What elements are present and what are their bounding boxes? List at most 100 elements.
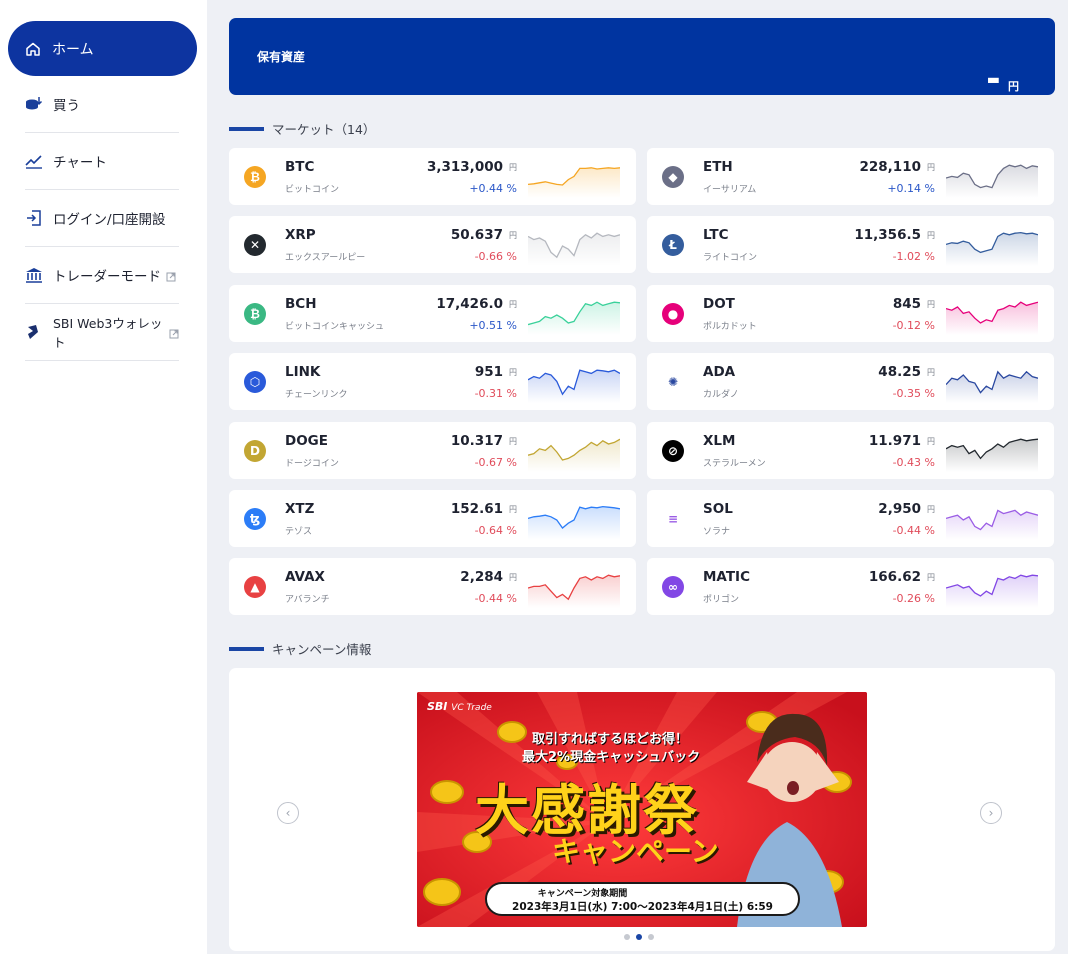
eth-coin-icon: ◆ — [662, 166, 684, 188]
coin-change: -0.44 % — [474, 592, 517, 606]
nav-item-trader-mode[interactable]: トレーダーモード — [25, 247, 179, 304]
sol-coin-icon: ≡ — [662, 508, 684, 530]
market-section-title: マーケット（14） — [229, 119, 375, 138]
coin-price: 951 — [474, 364, 503, 381]
price-unit: 円 — [509, 573, 517, 583]
coin-change: -0.26 % — [892, 592, 935, 606]
carousel-prev-button[interactable]: ‹ — [277, 802, 299, 824]
coin-price: 845 — [892, 295, 921, 312]
market-card-ltc[interactable]: Ł LTC ライトコイン 11,356.5 円 -1.02 % — [647, 216, 1054, 274]
coin-symbol: MATIC — [703, 569, 750, 586]
coin-change: -0.12 % — [892, 318, 935, 332]
coin-change: -0.67 % — [474, 455, 517, 469]
nav-item-chart[interactable]: チャート — [25, 133, 179, 190]
external-link-icon — [169, 327, 179, 339]
sparkline-chart — [528, 232, 620, 267]
coin-price: 10.317 — [450, 432, 503, 449]
nav-home-label: ホーム — [52, 41, 94, 58]
coin-name: テゾス — [285, 527, 313, 537]
coin-symbol: XTZ — [285, 501, 315, 517]
coin-change: -1.02 % — [892, 250, 935, 264]
market-card-matic[interactable]: ∞ MATIC ポリゴン 166.62 円 -0.26 % — [647, 558, 1054, 616]
market-card-avax[interactable]: ▲ AVAX アバランチ 2,284 円 -0.44 % — [229, 558, 636, 616]
coin-price: 17,426.0 — [436, 295, 503, 312]
xrp-coin-icon: ✕ — [244, 234, 266, 257]
market-card-xlm[interactable]: ⊘ XLM ステラルーメン 11.971 円 -0.43 % — [647, 421, 1054, 479]
campaign-banner[interactable]: SBI VC Trade 取引すればするほどお得！ 最大2%現金キャッシュバック… — [417, 692, 867, 927]
nav-item-login[interactable]: ログイン/口座開設 — [25, 190, 179, 247]
holdings-panel[interactable]: 保有資産 ▬ 円 — [229, 18, 1055, 95]
nav-chart-label: チャート — [53, 155, 107, 171]
coin-name: エックスアールピー — [285, 253, 366, 264]
nav-item-home[interactable]: ホーム — [8, 21, 197, 76]
coin-price: 2,950 — [878, 501, 921, 517]
nav-trader-mode-label: トレーダーモード — [53, 269, 161, 285]
coin-change: +0.51 % — [469, 318, 517, 332]
login-icon — [25, 209, 43, 227]
nav-item-web3-wallet[interactable]: SBI Web3ウォレット — [25, 304, 179, 361]
coin-name: ポリゴン — [703, 595, 740, 606]
nav-buy-label: 買う — [53, 98, 80, 114]
sparkline-area — [528, 370, 620, 404]
coin-symbol: LINK — [285, 364, 321, 381]
carousel-dot-active[interactable] — [636, 934, 642, 940]
doge-coin-icon: D — [244, 439, 266, 462]
carousel-next-button[interactable]: › — [980, 802, 1002, 824]
coin-symbol: LTC — [703, 227, 729, 244]
coin-name: ステラルーメン — [703, 458, 766, 469]
line-chart-icon — [25, 152, 43, 170]
banner-sub: キャンペーン — [552, 835, 719, 868]
holdings-value: ▬ — [986, 72, 1000, 88]
coins-buy-icon — [25, 95, 43, 113]
market-card-dot[interactable]: ● DOT ポルカドット 845 円 -0.12 % — [647, 284, 1054, 342]
sparkline-area — [528, 301, 620, 335]
market-card-bch[interactable]: ₿ BCH ビットコインキャッシュ 17,426.0 円 +0.51 % — [229, 284, 636, 342]
coin-symbol: AVAX — [285, 569, 325, 586]
coin-symbol: ADA — [703, 364, 736, 381]
coin-symbol: ETH — [703, 159, 733, 175]
market-card-xtz[interactable]: ꜩ XTZ テゾス 152.61 円 -0.64 % — [229, 490, 636, 547]
coin-change: -0.35 % — [892, 387, 935, 401]
coin-name: ライトコイン — [703, 253, 758, 264]
market-card-doge[interactable]: D DOGE ドージコイン 10.317 円 -0.67 % — [229, 421, 636, 479]
external-link-icon — [166, 270, 176, 282]
sparkline-area — [946, 438, 1038, 472]
bch-coin-icon: ₿ — [244, 302, 266, 325]
coin-symbol: DOGE — [285, 432, 328, 449]
banner-period-box: キャンペーン対象期間 2023年3月1日(水) 7:00〜2023年4月1日(土… — [485, 882, 800, 916]
price-unit: 円 — [509, 163, 517, 172]
banner-logo: SBI VC Trade — [427, 700, 492, 713]
link-coin-icon: ⬡ — [244, 371, 266, 394]
market-card-link[interactable]: ⬡ LINK チェーンリンク 951 円 -0.31 % — [229, 353, 636, 411]
btc-coin-icon: ₿ — [244, 166, 266, 188]
sparkline-area — [528, 233, 620, 267]
banner-period: 2023年3月1日(水) 7:00〜2023年4月1日(土) 6:59 — [512, 901, 773, 913]
coin-price: 3,313,000 — [426, 159, 503, 175]
sidebar: ホーム 買う チャート ログイン/口座開設 トレーダーモード SBI Web3ウ… — [0, 0, 207, 954]
section-accent-bar — [229, 646, 264, 651]
market-card-ada[interactable]: ✺ ADA カルダノ 48.25 円 -0.35 % — [647, 353, 1054, 411]
market-card-xrp[interactable]: ✕ XRP エックスアールピー 50.637 円 -0.66 % — [229, 216, 636, 274]
coin-change: -0.44 % — [892, 524, 935, 537]
sparkline-chart — [528, 505, 620, 540]
market-card-eth[interactable]: ◆ ETH イーサリアム 228,110 円 +0.14 % — [647, 148, 1054, 205]
coin-price: 166.62 — [868, 569, 921, 586]
coin-change: -0.64 % — [474, 524, 517, 537]
price-unit: 円 — [927, 436, 935, 446]
sparkline-chart — [528, 167, 620, 198]
coin-name: アバランチ — [285, 595, 330, 606]
holdings-unit: 円 — [1008, 80, 1019, 93]
carousel-dot[interactable] — [624, 934, 630, 940]
sparkline-area — [946, 575, 1038, 609]
coin-symbol: DOT — [703, 295, 735, 312]
market-card-btc[interactable]: ₿ BTC ビットコイン 3,313,000 円 +0.44 % — [229, 148, 636, 205]
nav-item-buy[interactable]: 買う — [25, 76, 179, 133]
market-card-sol[interactable]: ≡ SOL ソラナ 2,950 円 -0.44 % — [647, 490, 1054, 547]
coin-change: -0.66 % — [474, 250, 517, 264]
carousel-dot[interactable] — [648, 934, 654, 940]
coin-name: カルダノ — [703, 390, 739, 401]
sparkline-chart — [946, 370, 1038, 404]
coin-symbol: SOL — [703, 501, 733, 517]
sparkline-area — [946, 165, 1038, 198]
coin-name: ポルカドット — [703, 321, 757, 332]
